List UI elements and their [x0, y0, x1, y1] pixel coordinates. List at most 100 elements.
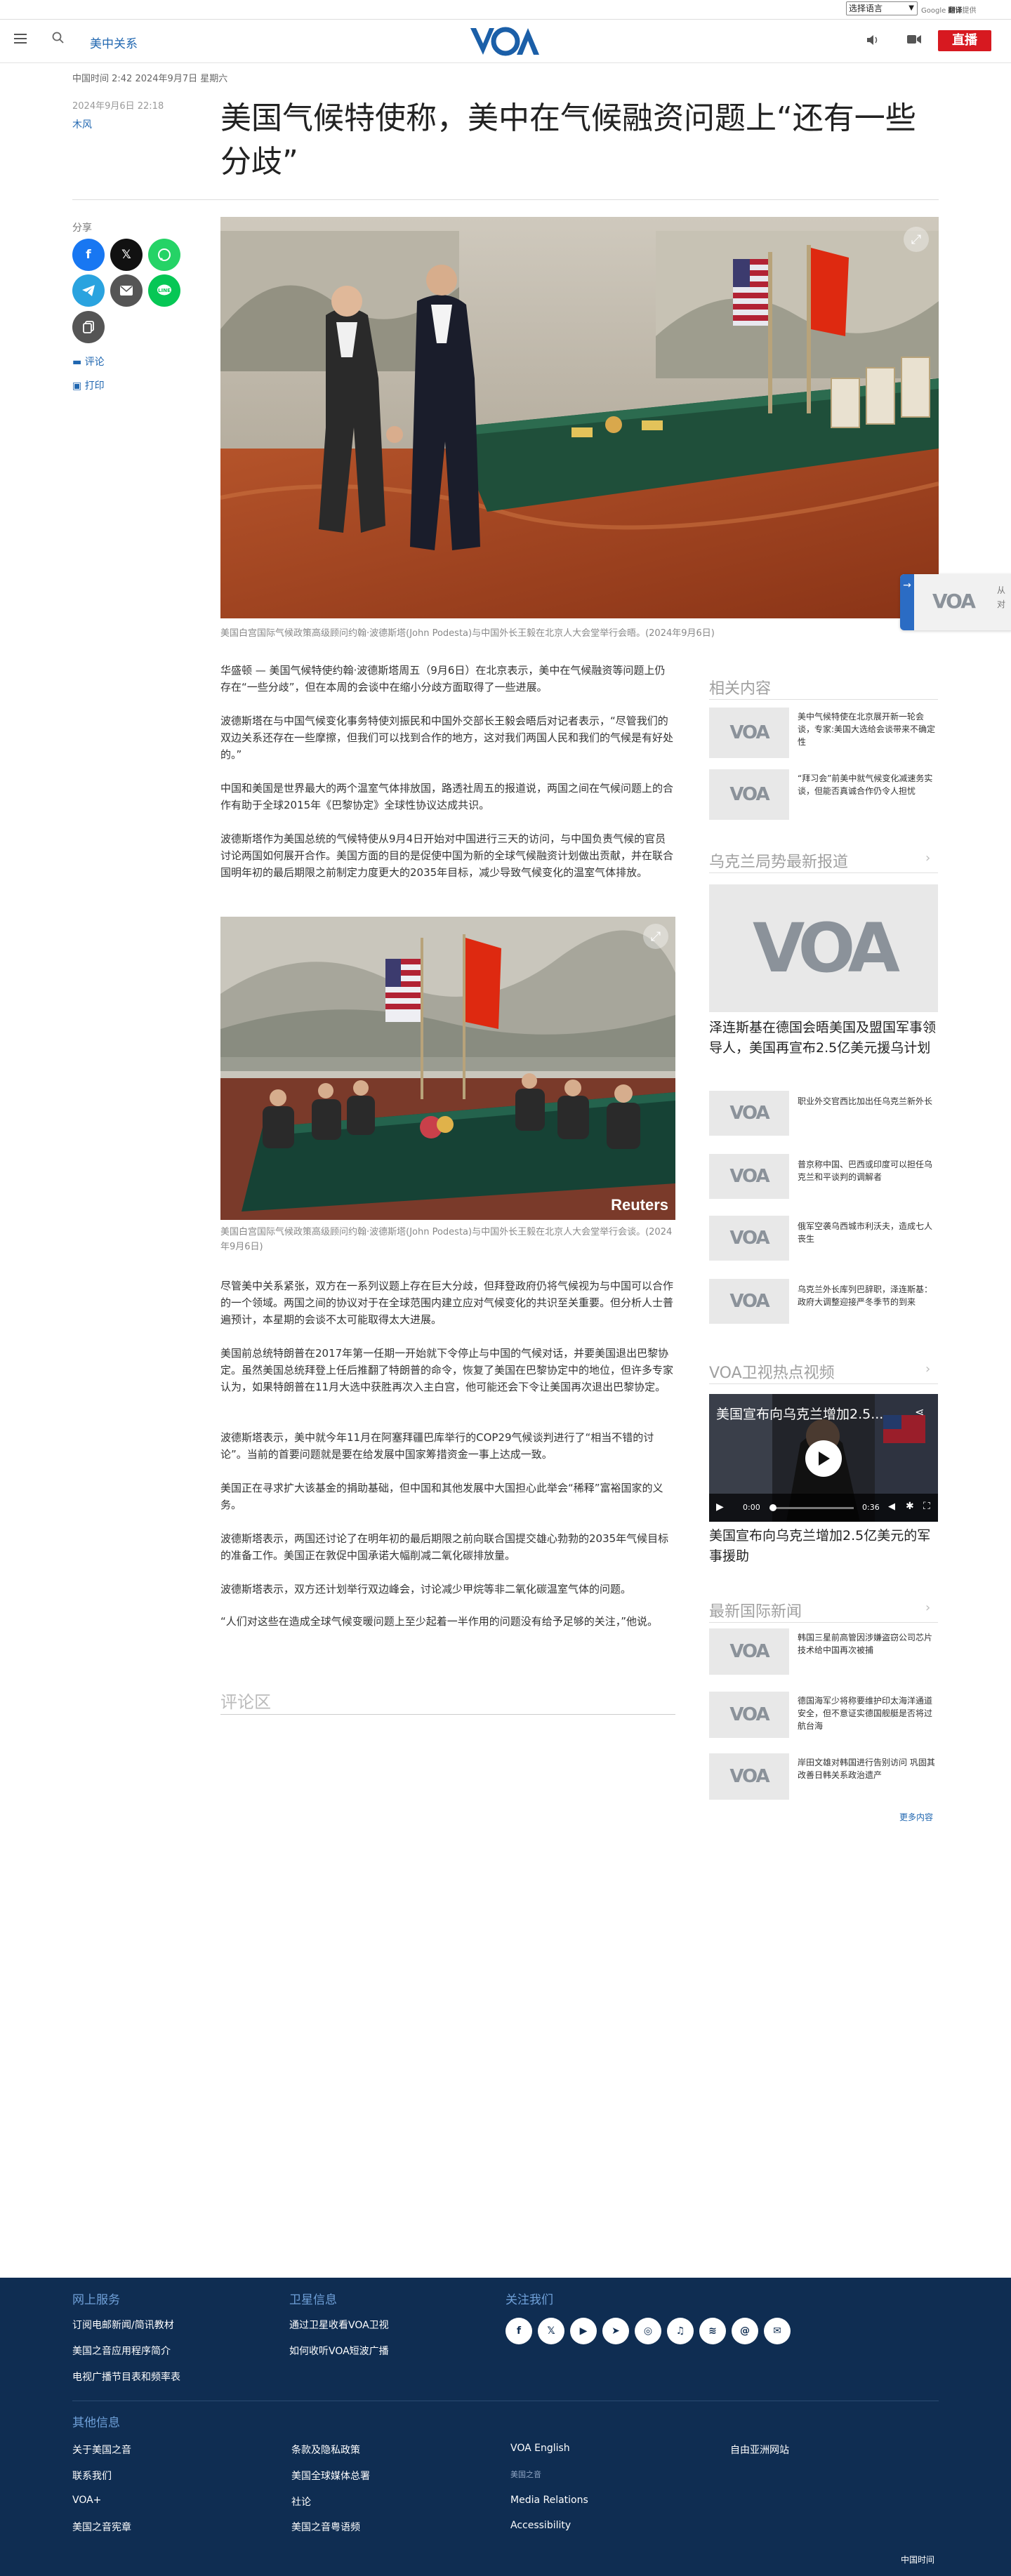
article-paragraph: 美国正在寻求扩大该基金的捐助基础，但中国和其他发展中大国担心此举会“稀释”富裕国…	[220, 1482, 663, 1511]
related-thumb[interactable]: VOA	[709, 708, 789, 758]
footer-time: 中国时间	[901, 2555, 935, 2565]
telegram-share-button[interactable]	[72, 274, 105, 307]
video-controls: ▶ 0:00 0:36 ◀ ✱ ⛶	[709, 1494, 938, 1522]
more-link[interactable]: 更多内容	[899, 1811, 933, 1823]
expand-icon[interactable]: ⤢	[643, 924, 668, 949]
intl-item[interactable]: 岸田文雄对韩国进行告别访问 巩固其改善日韩关系政治遗产	[798, 1756, 938, 1781]
footer-link[interactable]: 美国之音应用程序简介	[72, 2344, 171, 2358]
play-icon	[819, 1452, 830, 1466]
author-link[interactable]: 木风	[72, 117, 92, 131]
video-caption[interactable]: 美国宣布向乌克兰增加2.5亿美元的军事援助	[709, 1526, 938, 1567]
article-paragraph: 尽管美中关系紧张，双方在一系列议题上存在巨大分歧，但拜登政府仍将气候视为与中国可…	[220, 1280, 674, 1326]
youtube-icon[interactable]: ▶	[570, 2318, 597, 2344]
ukraine-item[interactable]: 俄军空袭乌西城市利沃夫，造成七人丧生	[798, 1220, 938, 1245]
x-icon[interactable]: 𝕏	[538, 2318, 564, 2344]
footer-link[interactable]: 如何收听VOA短波广播	[289, 2344, 389, 2358]
ukraine-feature-title[interactable]: 泽连斯基在德国会晤美国及盟国军事领导人，美国再宣布2.5亿美元援乌计划	[709, 1018, 938, 1058]
banner-arrow-icon[interactable]: →	[900, 574, 914, 630]
ukraine-section-title[interactable]: 乌克兰局势最新报道	[709, 849, 848, 872]
intl-item[interactable]: 德国海军少将称要维护印太海洋通道安全，但不意证实德国舰艇是否将过航台海	[798, 1694, 938, 1732]
share-icon[interactable]: ⋖	[915, 1405, 924, 1419]
comments-title: 评论区	[220, 1692, 271, 1712]
footer-link[interactable]: 美国全球媒体总署	[291, 2469, 370, 2483]
language-select[interactable]: 选择语言 ▼	[846, 1, 918, 15]
related-thumb[interactable]: VOA	[709, 769, 789, 820]
intl-thumb[interactable]: VOA	[709, 1692, 789, 1738]
related-item[interactable]: 美中气候特使在北京展开新一轮会谈，专家:美国大选给会谈带来不确定性	[798, 710, 938, 748]
email-share-button[interactable]	[110, 274, 143, 307]
fullscreen-icon[interactable]: ⛶	[923, 1501, 930, 1512]
meeting-photo[interactable]: ⤢ Reuters	[220, 917, 675, 1220]
footer-link[interactable]: Accessibility	[510, 2520, 571, 2531]
share-label: 分享	[72, 223, 92, 234]
footer-link[interactable]: 美国之音	[510, 2469, 541, 2480]
footer-link[interactable]: 关于美国之音	[72, 2443, 131, 2457]
play-button[interactable]	[805, 1440, 842, 1477]
threads-icon[interactable]: @	[732, 2318, 758, 2344]
x-icon: 𝕏	[121, 248, 131, 262]
telegram-icon	[82, 285, 95, 296]
whatsapp-share-button[interactable]	[148, 239, 180, 271]
volume-icon[interactable]: ◀	[888, 1501, 895, 1512]
comment-link[interactable]: ▬ 评论	[72, 354, 105, 369]
footer-link[interactable]: 通过卫星收看VOA卫视	[289, 2318, 389, 2332]
intl-section-title[interactable]: 最新国际新闻	[709, 1599, 802, 1621]
video-icon[interactable]	[907, 34, 921, 44]
chevron-right-icon[interactable]: ›	[925, 1362, 930, 1376]
video-section-title[interactable]: VOA卫视热点视频	[709, 1360, 835, 1383]
x-share-button[interactable]: 𝕏	[110, 239, 143, 271]
ukraine-item[interactable]: 职业外交官西比加出任乌克兰新外长	[798, 1095, 938, 1108]
audio-icon[interactable]	[866, 34, 879, 46]
print-link[interactable]: ▣ 打印	[72, 378, 105, 392]
footer-link[interactable]: Media Relations	[510, 2495, 588, 2506]
photo-credit: Reuters	[611, 1196, 668, 1214]
video-progress-bar[interactable]	[769, 1507, 854, 1509]
footer-link[interactable]: 美国之音粤语频	[291, 2520, 360, 2534]
slide-in-banner[interactable]: VOA 从 对	[900, 574, 1011, 630]
ukraine-thumb[interactable]: VOA	[709, 1279, 789, 1324]
footer-link[interactable]: 条款及隐私政策	[291, 2443, 360, 2457]
podcast-icon[interactable]: ♫	[667, 2318, 694, 2344]
ukraine-item[interactable]: 普京称中国、巴西或印度可以担任乌克兰和平谈判的调解者	[798, 1158, 938, 1183]
video-progress-handle[interactable]	[769, 1504, 777, 1511]
instagram-icon[interactable]: ◎	[635, 2318, 661, 2344]
footer-link[interactable]: VOA+	[72, 2495, 101, 2506]
facebook-icon[interactable]: f	[505, 2318, 532, 2344]
ukraine-item[interactable]: 乌克兰外长库列巴辞职，泽连斯基：政府大调整迎接严冬季节的到来	[798, 1283, 938, 1308]
main-photo[interactable]: ⤢	[220, 217, 939, 618]
translate-label[interactable]: 翻译	[948, 7, 962, 15]
live-button[interactable]: 直播	[938, 30, 991, 51]
chevron-right-icon[interactable]: ›	[925, 1600, 930, 1615]
voa-logo[interactable]	[469, 25, 542, 58]
intl-item[interactable]: 韩国三星前高管因涉嫌盗窃公司芯片技术给中国再次被捕	[798, 1631, 938, 1657]
section-link[interactable]: 美中关系	[90, 34, 138, 51]
rss-icon[interactable]: ≋	[699, 2318, 726, 2344]
ukraine-thumb[interactable]: VOA	[709, 1154, 789, 1199]
search-icon[interactable]	[52, 32, 65, 44]
footer-link[interactable]: VOA English	[510, 2443, 570, 2454]
footer-link[interactable]: 自由亚洲网站	[730, 2443, 789, 2457]
expand-icon[interactable]: ⤢	[904, 227, 929, 252]
intl-thumb[interactable]: VOA	[709, 1753, 789, 1800]
footer-link[interactable]: 订阅电邮新闻/简讯教材	[72, 2318, 174, 2332]
settings-icon[interactable]: ✱	[906, 1501, 914, 1512]
play-small-icon[interactable]: ▶	[716, 1501, 724, 1513]
line-share-button[interactable]: LINE	[148, 274, 180, 307]
footer-link[interactable]: 社论	[291, 2495, 311, 2509]
chevron-right-icon[interactable]: ›	[925, 851, 930, 865]
intl-thumb[interactable]: VOA	[709, 1628, 789, 1675]
facebook-share-button[interactable]: f	[72, 239, 105, 271]
menu-icon[interactable]	[14, 34, 27, 46]
telegram-icon[interactable]: ➤	[602, 2318, 629, 2344]
footer-link[interactable]: 联系我们	[72, 2469, 112, 2483]
footer-link[interactable]: 电视广播节目表和频率表	[72, 2370, 180, 2384]
ukraine-thumb[interactable]: VOA	[709, 1216, 789, 1261]
voa-logo-icon: VOA	[729, 1166, 769, 1187]
copy-link-button[interactable]	[72, 311, 105, 343]
print-icon: ▣	[72, 380, 82, 392]
ukraine-feature-image[interactable]: VOA	[709, 884, 938, 1012]
email-icon[interactable]: ✉	[764, 2318, 791, 2344]
ukraine-thumb[interactable]: VOA	[709, 1091, 789, 1136]
footer-link[interactable]: 美国之音宪章	[72, 2520, 131, 2534]
related-item[interactable]: “拜习会”前美中就气候变化减速务实谈，但能否真诚合作仍令人担忧	[798, 772, 938, 797]
